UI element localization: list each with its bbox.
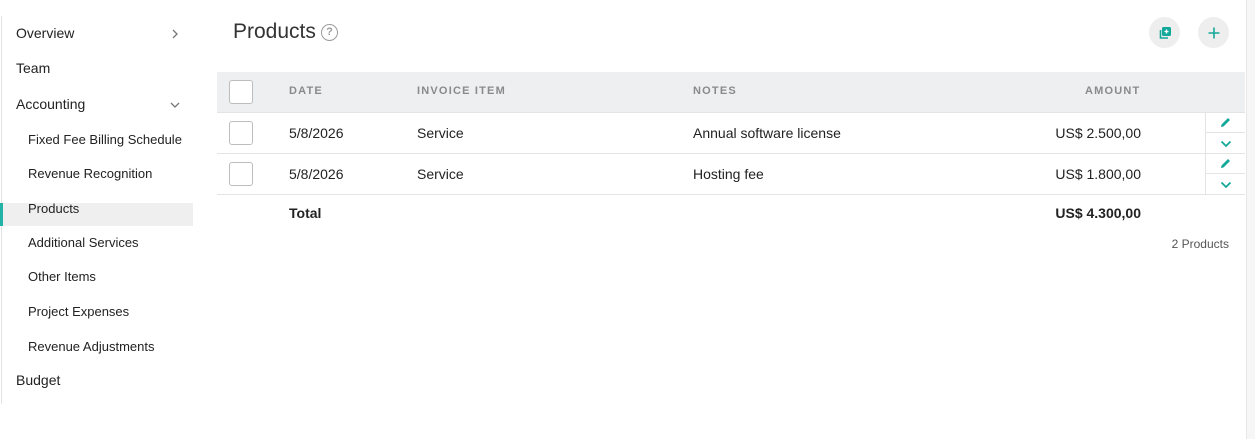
sidebar-item-team[interactable]: Team <box>16 60 50 76</box>
sidebar-item-revenue-recognition[interactable]: Revenue Recognition <box>28 166 152 181</box>
sidebar-item-fixed-fee-billing-schedule[interactable]: Fixed Fee Billing Schedule <box>28 132 182 147</box>
product-count: 2 Products <box>1171 237 1229 251</box>
divider <box>217 112 1245 113</box>
row-invoice-item: Service <box>417 166 464 182</box>
copy-button[interactable] <box>1149 17 1180 48</box>
sidebar-item-project-expenses[interactable]: Project Expenses <box>28 304 129 319</box>
sidebar-item-label: Team <box>16 60 51 76</box>
column-header-notes[interactable]: NOTES <box>693 85 737 97</box>
sidebar-item-budget[interactable]: Budget <box>16 372 60 388</box>
chevron-right-icon[interactable] <box>168 27 182 41</box>
sidebar-item-overview[interactable]: Overview <box>16 25 74 41</box>
row-amount: US$ 2.500,00 <box>1055 125 1141 141</box>
scrollbar[interactable] <box>1246 0 1255 439</box>
column-header-date[interactable]: DATE <box>289 85 323 97</box>
sidebar-item-label: Budget <box>16 372 61 388</box>
pencil-icon[interactable] <box>1218 157 1234 171</box>
row-notes: Annual software license <box>693 125 841 141</box>
sidebar-item-products[interactable]: Products <box>28 201 79 216</box>
sidebar-item-other-items[interactable]: Other Items <box>28 269 96 284</box>
chevron-down-icon[interactable] <box>1218 178 1234 192</box>
copy-icon <box>1159 26 1171 39</box>
page-title: Products <box>233 20 316 43</box>
sidebar-item-revenue-adjustments[interactable]: Revenue Adjustments <box>28 339 154 354</box>
row-checkbox[interactable] <box>229 162 253 186</box>
sidebar: Overview Team Accounting Fixed Fee Billi… <box>0 0 200 439</box>
row-amount: US$ 1.800,00 <box>1055 166 1141 182</box>
plus-icon <box>1208 27 1219 38</box>
row-checkbox[interactable] <box>229 121 253 145</box>
row-date: 5/8/2026 <box>289 125 344 141</box>
chevron-down-icon[interactable] <box>1218 137 1234 151</box>
divider <box>217 194 1245 195</box>
pencil-icon[interactable] <box>1218 116 1234 130</box>
actions-divider <box>1205 113 1206 194</box>
sidebar-active-indicator <box>0 203 3 226</box>
divider <box>1206 173 1245 174</box>
row-date: 5/8/2026 <box>289 166 344 182</box>
column-header-invoice-item[interactable]: INVOICE ITEM <box>417 85 506 97</box>
sidebar-item-label: Accounting <box>16 96 86 112</box>
column-header-amount[interactable]: AMOUNT <box>1085 85 1140 97</box>
select-all-checkbox[interactable] <box>229 80 253 104</box>
row-invoice-item: Service <box>417 125 464 141</box>
sidebar-item-label: Overview <box>16 25 75 41</box>
help-icon[interactable]: ? <box>321 24 338 41</box>
divider <box>217 153 1245 154</box>
chevron-down-icon[interactable] <box>168 98 182 112</box>
total-label: Total <box>289 205 322 221</box>
total-amount: US$ 4.300,00 <box>1055 205 1141 221</box>
sidebar-item-accounting[interactable]: Accounting <box>16 96 85 112</box>
add-product-button[interactable] <box>1198 17 1229 48</box>
row-notes: Hosting fee <box>693 166 764 182</box>
sidebar-item-additional-services[interactable]: Additional Services <box>28 235 139 250</box>
divider <box>1206 132 1245 133</box>
